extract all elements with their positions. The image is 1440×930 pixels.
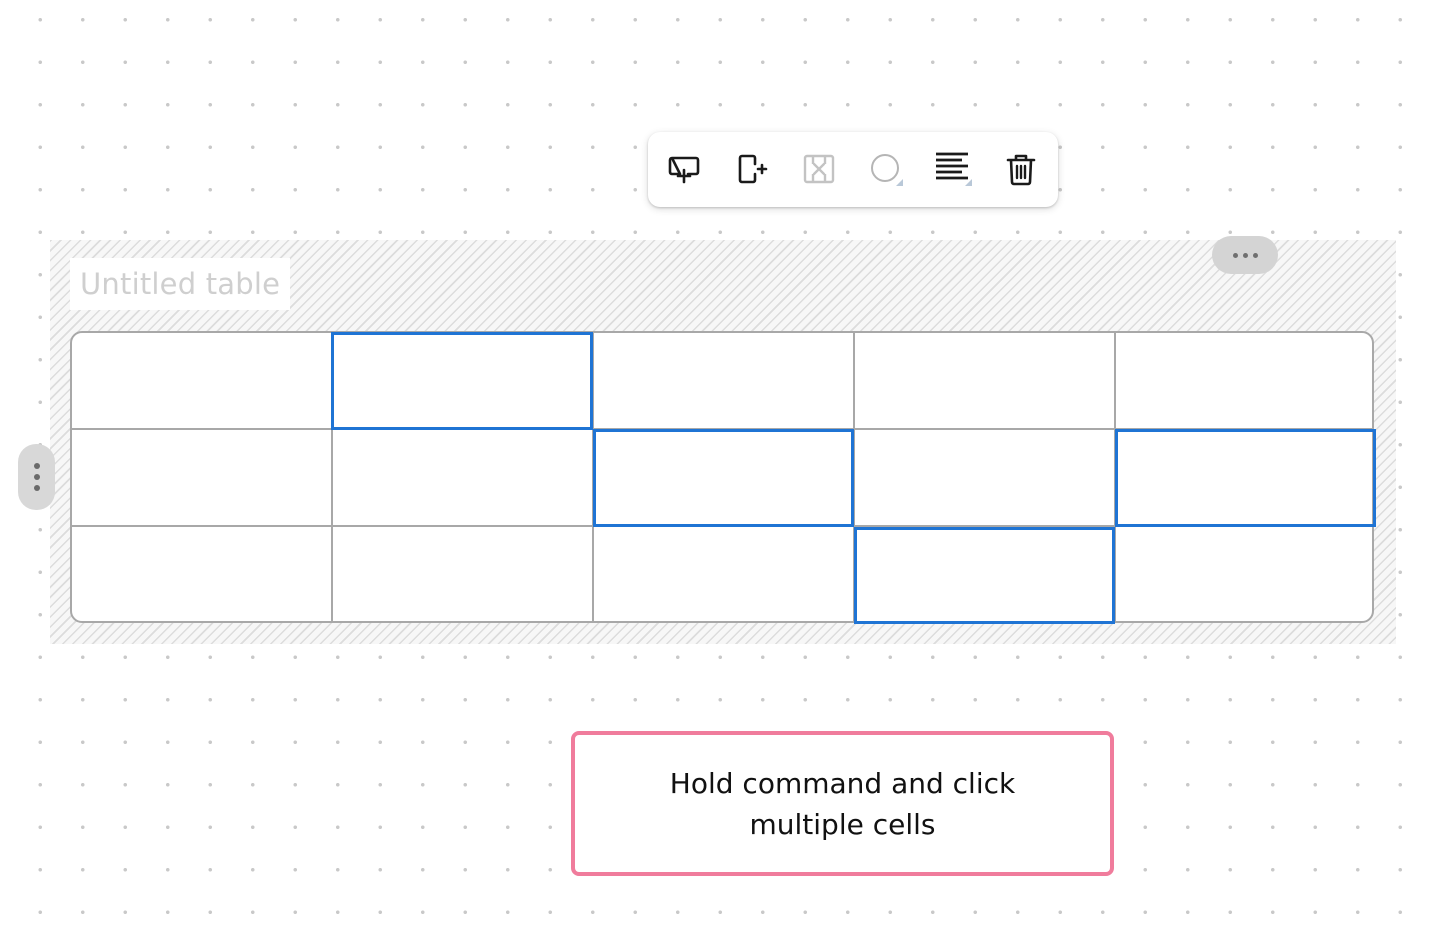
merge-cells-icon	[803, 154, 835, 184]
table-cell-r3-c3[interactable]	[594, 527, 854, 621]
merge-cells-button[interactable]	[798, 148, 840, 190]
table-cell-r2-c2[interactable]	[333, 430, 593, 526]
row-drag-handle[interactable]	[18, 444, 55, 510]
table-cell-r1-c5[interactable]	[1115, 333, 1372, 429]
add-row-below-icon	[668, 156, 700, 184]
add-column-button[interactable]	[730, 148, 772, 190]
table-title-input[interactable]: Untitled table	[70, 258, 291, 310]
add-column-right-icon	[738, 154, 768, 184]
table-cell-r1-c1[interactable]	[72, 333, 332, 429]
table-cell-r3-c2[interactable]	[333, 527, 593, 621]
more-vertical-icon-dot	[33, 485, 40, 491]
table-cell-r1-c4[interactable]	[854, 333, 1114, 429]
instruction-callout: Hold command and click multiple cells	[571, 731, 1114, 876]
table-more-options-button[interactable]	[1212, 236, 1278, 274]
text-align-button[interactable]	[932, 148, 974, 190]
instruction-text: Hold command and click multiple cells	[669, 766, 1016, 841]
delete-table-button[interactable]	[1000, 148, 1042, 190]
fill-color-button[interactable]	[865, 148, 907, 190]
table-cell-r3-c4[interactable]	[854, 527, 1115, 624]
add-row-button[interactable]	[663, 148, 705, 190]
table-cell-r3-c1[interactable]	[72, 527, 332, 621]
text-align-left-icon	[936, 152, 972, 186]
trash-icon	[1006, 154, 1036, 186]
table-toolbar	[648, 132, 1058, 207]
table-cell-r2-c4[interactable]	[855, 430, 1115, 526]
more-vertical-icon-dot	[33, 463, 40, 469]
table-widget: Untitled table	[50, 236, 1396, 644]
more-vertical-icon-dot	[33, 474, 40, 480]
table-cell-r3-c5[interactable]	[1116, 527, 1372, 621]
table-cell-r1-c2[interactable]	[331, 332, 593, 430]
table-cell-r1-c3[interactable]	[593, 333, 853, 429]
table-cell-r2-c3[interactable]	[593, 429, 854, 527]
table-grid	[70, 331, 1376, 624]
table-cell-r2-c5[interactable]	[1115, 429, 1376, 527]
table-cell-r2-c1[interactable]	[72, 430, 332, 526]
more-horizontal-icon	[1232, 252, 1258, 258]
cell-fill-color-icon	[871, 154, 903, 186]
